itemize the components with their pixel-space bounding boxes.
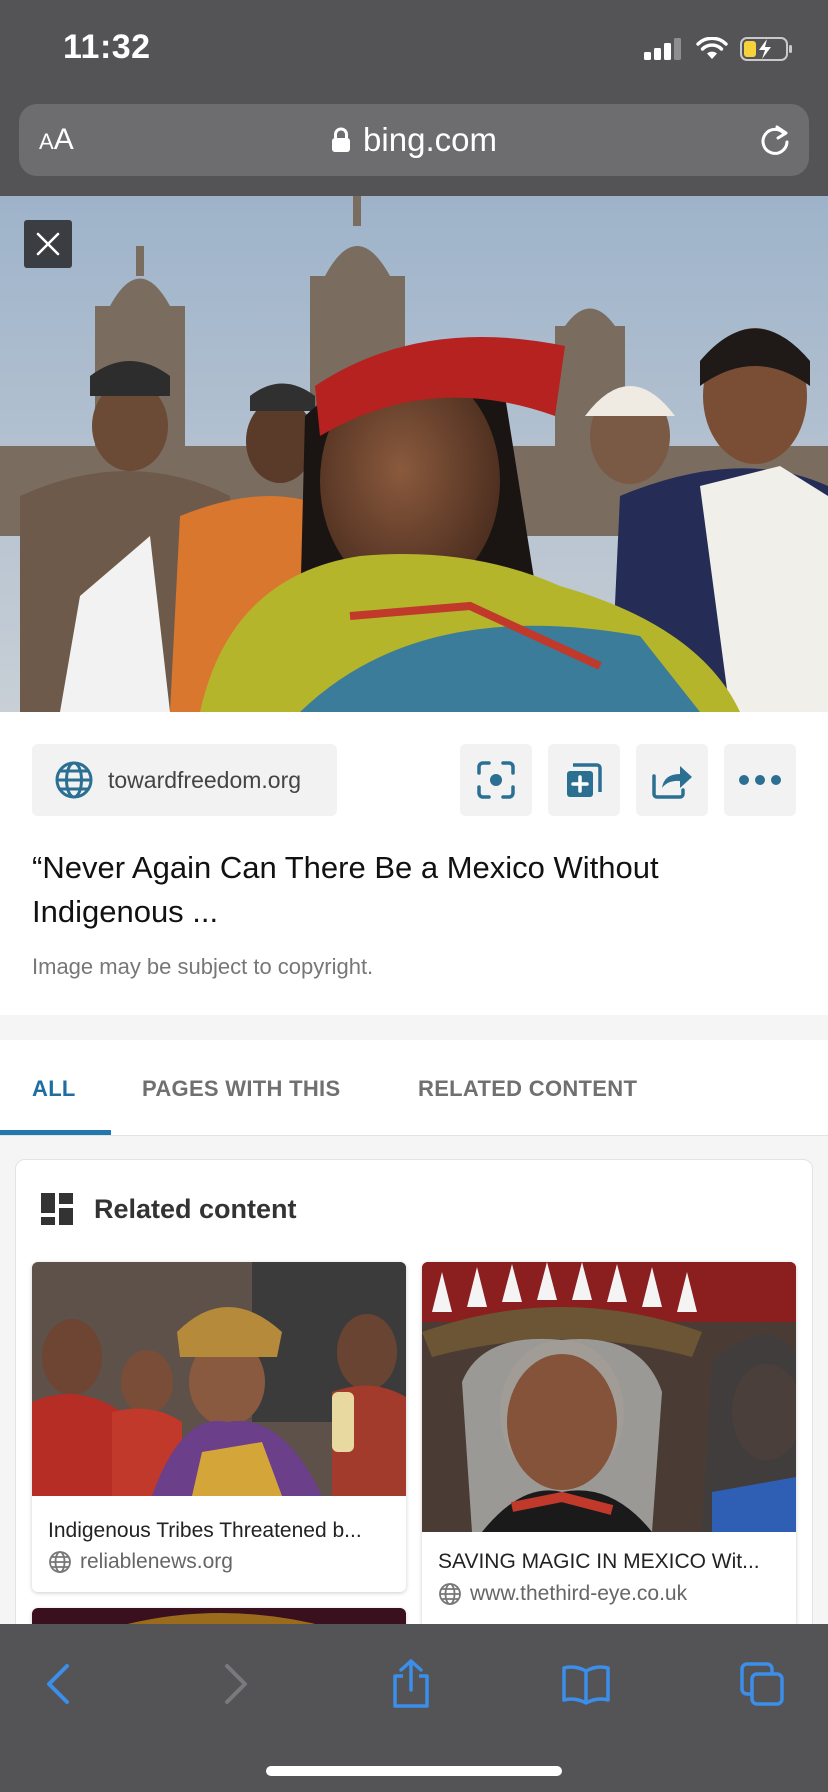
- visual-search-button[interactable]: [460, 744, 532, 816]
- add-to-collection-button[interactable]: [548, 744, 620, 816]
- tab-all[interactable]: ALL: [32, 1076, 76, 1102]
- related-card-source: www.thethird-eye.co.uk: [438, 1582, 687, 1606]
- source-domain: towardfreedom.org: [108, 766, 302, 793]
- address-bar[interactable]: AA bing.com: [19, 104, 809, 176]
- lock-icon: [332, 127, 351, 152]
- tabs-icon: [740, 1662, 784, 1706]
- add-collection-icon: [567, 763, 602, 797]
- cellular-signal-icon: [644, 38, 681, 60]
- close-button[interactable]: [24, 220, 72, 268]
- tab-pages-with-this[interactable]: PAGES WITH THIS: [142, 1076, 340, 1102]
- share-icon: [652, 766, 692, 799]
- status-icons: [644, 34, 794, 64]
- hero-photo: [0, 196, 828, 712]
- back-button[interactable]: [28, 1654, 88, 1714]
- more-icon: [739, 775, 781, 785]
- globe-icon: [439, 1583, 461, 1605]
- source-link[interactable]: towardfreedom.org: [32, 744, 337, 816]
- related-card-title: Indigenous Tribes Threatened b...: [48, 1519, 362, 1542]
- related-content-header: Related content: [40, 1192, 297, 1226]
- tabs-button[interactable]: [732, 1654, 792, 1714]
- reload-icon[interactable]: [757, 122, 793, 158]
- back-icon: [47, 1664, 69, 1704]
- tab-related-content[interactable]: RELATED CONTENT: [418, 1076, 637, 1102]
- related-card-domain: reliablenews.org: [80, 1550, 233, 1573]
- bookmarks-button[interactable]: [556, 1654, 616, 1714]
- more-options-button[interactable]: [724, 744, 796, 816]
- forward-icon: [225, 1664, 247, 1704]
- share-icon: [393, 1659, 429, 1708]
- active-tab-indicator: [0, 1130, 111, 1135]
- visual-search-icon: [477, 761, 515, 799]
- related-content-heading: Related content: [94, 1193, 297, 1224]
- image-info-panel: towardfreedom.org “Never Again Can There…: [0, 712, 828, 1015]
- related-card-domain: www.thethird-eye.co.uk: [470, 1582, 688, 1605]
- related-thumbnail: [32, 1262, 406, 1496]
- share-toolbar-button[interactable]: [381, 1654, 441, 1714]
- image-title: “Never Again Can There Be a Mexico Witho…: [32, 850, 659, 929]
- related-card[interactable]: Indigenous Tribes Threatened b... reliab…: [32, 1262, 406, 1592]
- close-icon: [36, 232, 60, 256]
- related-card-source: reliablenews.org: [48, 1550, 233, 1574]
- battery-charging-icon: [740, 37, 792, 61]
- home-indicator[interactable]: [266, 1766, 562, 1776]
- related-thumbnail: [422, 1262, 796, 1532]
- wifi-icon: [696, 37, 728, 59]
- bookmarks-icon: [562, 1665, 610, 1705]
- share-button[interactable]: [636, 744, 708, 816]
- url-text: bing.com: [363, 121, 497, 158]
- globe-icon: [55, 761, 93, 799]
- status-time: 11:32: [63, 28, 151, 66]
- forward-button[interactable]: [206, 1654, 266, 1714]
- related-card-title: SAVING MAGIC IN MEXICO Wit...: [438, 1550, 760, 1573]
- hero-image[interactable]: [0, 196, 828, 712]
- globe-icon: [49, 1551, 71, 1573]
- browser-top-chrome: 11:32 AA bing.com: [0, 0, 828, 196]
- related-card[interactable]: SAVING MAGIC IN MEXICO Wit... www.thethi…: [422, 1262, 796, 1628]
- url-display[interactable]: bing.com: [19, 104, 809, 176]
- tab-bar: ALL PAGES WITH THIS RELATED CONTENT: [0, 1040, 828, 1136]
- dashboard-icon: [41, 1193, 73, 1225]
- copyright-notice: Image may be subject to copyright.: [32, 954, 374, 979]
